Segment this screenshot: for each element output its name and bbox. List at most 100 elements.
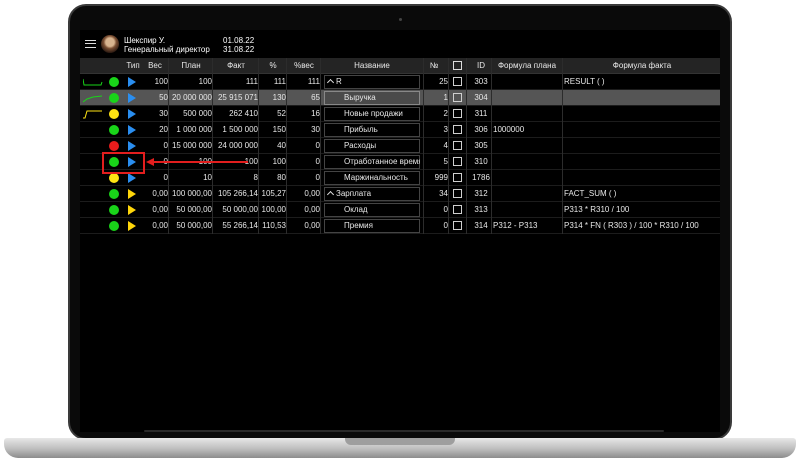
cell-fact[interactable]: 25 915 071 <box>214 90 258 106</box>
table-row[interactable]: 0,00 50 000,00 50 000,00 100,00 0,00 Оклад 0 31… <box>80 202 720 218</box>
cell-formula-plan[interactable] <box>493 74 561 90</box>
row-checkbox[interactable] <box>453 189 462 198</box>
cell-plan[interactable]: 500 000 <box>170 106 212 122</box>
col-header-formula-fact[interactable]: Формула факта <box>564 58 720 74</box>
cell-weight[interactable]: 30 <box>142 106 168 122</box>
cell-plan[interactable]: 20 000 000 <box>170 90 212 106</box>
cell-weight[interactable]: 0 <box>142 170 168 186</box>
table-row[interactable]: 20 1 000 000 1 500 000 150 30 Прибыль 3 306 1000… <box>80 122 720 138</box>
row-checkbox[interactable] <box>453 157 462 166</box>
col-header-id[interactable]: ID <box>470 58 492 74</box>
cell-weight[interactable]: 0,00 <box>142 218 168 234</box>
col-header-weight[interactable]: Вес <box>142 58 168 74</box>
cell-plan[interactable]: 10 <box>170 170 212 186</box>
cell-formula-plan[interactable] <box>493 170 561 186</box>
cell-fact[interactable]: 105 266,14 <box>214 186 258 202</box>
row-checkbox[interactable] <box>453 205 462 214</box>
cell-num[interactable]: 2 <box>420 106 448 122</box>
col-header-formula-plan[interactable]: Формула плана <box>493 58 561 74</box>
play-icon[interactable] <box>128 141 136 151</box>
cell-plan[interactable]: 50 000,00 <box>170 218 212 234</box>
cell-weight[interactable]: 0,00 <box>142 202 168 218</box>
play-icon[interactable] <box>128 173 136 183</box>
cell-fact[interactable]: 24 000 000 <box>214 138 258 154</box>
cell-weight[interactable]: 0 <box>142 138 168 154</box>
cell-name[interactable]: Расходы <box>324 138 420 154</box>
play-icon[interactable] <box>128 189 136 199</box>
cell-num[interactable]: 999 <box>420 170 448 186</box>
cell-num[interactable]: 34 <box>420 186 448 202</box>
col-header-fact[interactable]: Факт <box>214 58 258 74</box>
row-checkbox[interactable] <box>453 93 462 102</box>
row-checkbox[interactable] <box>453 173 462 182</box>
cell-formula-plan[interactable] <box>493 186 561 202</box>
cell-formula-fact[interactable] <box>564 106 720 122</box>
table-row[interactable]: 30 500 000 262 410 52 16 Новые продажи 2 311 <box>80 106 720 122</box>
cell-formula-plan[interactable] <box>493 154 561 170</box>
col-header-plan[interactable]: План <box>170 58 212 74</box>
cell-weight[interactable]: 100 <box>142 74 168 90</box>
cell-weight[interactable]: 0,00 <box>142 186 168 202</box>
col-header-name[interactable]: Название <box>324 58 420 74</box>
cell-num[interactable]: 5 <box>420 154 448 170</box>
cell-formula-fact[interactable] <box>564 90 720 106</box>
cell-name[interactable]: Выручка <box>324 90 420 106</box>
cell-formula-fact[interactable]: RESULT ( ) <box>564 74 720 90</box>
cell-num[interactable]: 4 <box>420 138 448 154</box>
cell-name[interactable]: Маржинальность <box>324 170 420 186</box>
play-icon[interactable] <box>128 109 136 119</box>
play-icon[interactable] <box>128 125 136 135</box>
cell-fact[interactable]: 111 <box>214 74 258 90</box>
cell-plan[interactable]: 100 <box>170 74 212 90</box>
cell-formula-fact[interactable]: FACT_SUM ( ) <box>564 186 720 202</box>
cell-formula-fact[interactable] <box>564 170 720 186</box>
cell-num[interactable]: 3 <box>420 122 448 138</box>
cell-plan[interactable]: 15 000 000 <box>170 138 212 154</box>
date-to[interactable]: 31.08.22 <box>223 45 254 54</box>
cell-formula-fact[interactable]: P313 * R310 / 100 <box>564 202 720 218</box>
cell-fact[interactable]: 55 266,14 <box>214 218 258 234</box>
row-checkbox[interactable] <box>453 109 462 118</box>
table-row[interactable]: 0 15 000 000 24 000 000 40 0 Расходы 4 305 <box>80 138 720 154</box>
row-checkbox[interactable] <box>453 77 462 86</box>
cell-name[interactable]: Прибыль <box>324 122 420 138</box>
table-row[interactable]: 100 100 111 111 111 R 25 303 RESULT ( ) <box>80 74 720 90</box>
cell-formula-fact[interactable] <box>564 138 720 154</box>
col-header-type[interactable]: Тип <box>124 58 142 74</box>
cell-num[interactable]: 1 <box>420 90 448 106</box>
cell-fact[interactable]: 1 500 000 <box>214 122 258 138</box>
cell-formula-fact[interactable] <box>564 154 720 170</box>
row-checkbox[interactable] <box>453 141 462 150</box>
cell-formula-fact[interactable] <box>564 122 720 138</box>
cell-name[interactable]: Премия <box>324 218 420 234</box>
table-row[interactable]: 50 20 000 000 25 915 071 130 65 Выручка 1 304 <box>80 90 720 106</box>
cell-weight[interactable]: 20 <box>142 122 168 138</box>
cell-formula-plan[interactable] <box>493 90 561 106</box>
cell-fact[interactable]: 8 <box>214 170 258 186</box>
cell-fact[interactable]: 262 410 <box>214 106 258 122</box>
cell-name[interactable]: R <box>324 74 420 90</box>
select-all-checkbox[interactable] <box>453 61 462 70</box>
play-icon[interactable] <box>128 77 136 87</box>
date-from[interactable]: 01.08.22 <box>223 36 254 45</box>
cell-plan[interactable]: 100 000,00 <box>170 186 212 202</box>
menu-icon[interactable] <box>85 40 96 48</box>
cell-plan[interactable]: 1 000 000 <box>170 122 212 138</box>
cell-name[interactable]: Отработанное время <box>324 154 420 170</box>
play-icon[interactable] <box>128 221 136 231</box>
cell-formula-fact[interactable]: P314 * FN ( R303 ) / 100 * R310 / 100 <box>564 218 720 234</box>
collapse-icon[interactable] <box>326 78 335 87</box>
cell-name[interactable]: Оклад <box>324 202 420 218</box>
cell-num[interactable]: 0 <box>420 202 448 218</box>
cell-formula-plan[interactable]: 1000000 <box>493 122 561 138</box>
cell-plan[interactable]: 50 000,00 <box>170 202 212 218</box>
cell-name[interactable]: Новые продажи <box>324 106 420 122</box>
table-row[interactable]: 0,00 100 000,00 105 266,14 105,27 0,00 Зарпла… <box>80 186 720 202</box>
cell-formula-plan[interactable]: P312 - P313 <box>493 218 561 234</box>
play-icon[interactable] <box>128 93 136 103</box>
cell-formula-plan[interactable] <box>493 202 561 218</box>
col-header-pct[interactable]: % <box>260 58 286 74</box>
avatar[interactable] <box>101 35 119 53</box>
col-header-num[interactable]: № <box>420 58 448 74</box>
cell-num[interactable]: 25 <box>420 74 448 90</box>
